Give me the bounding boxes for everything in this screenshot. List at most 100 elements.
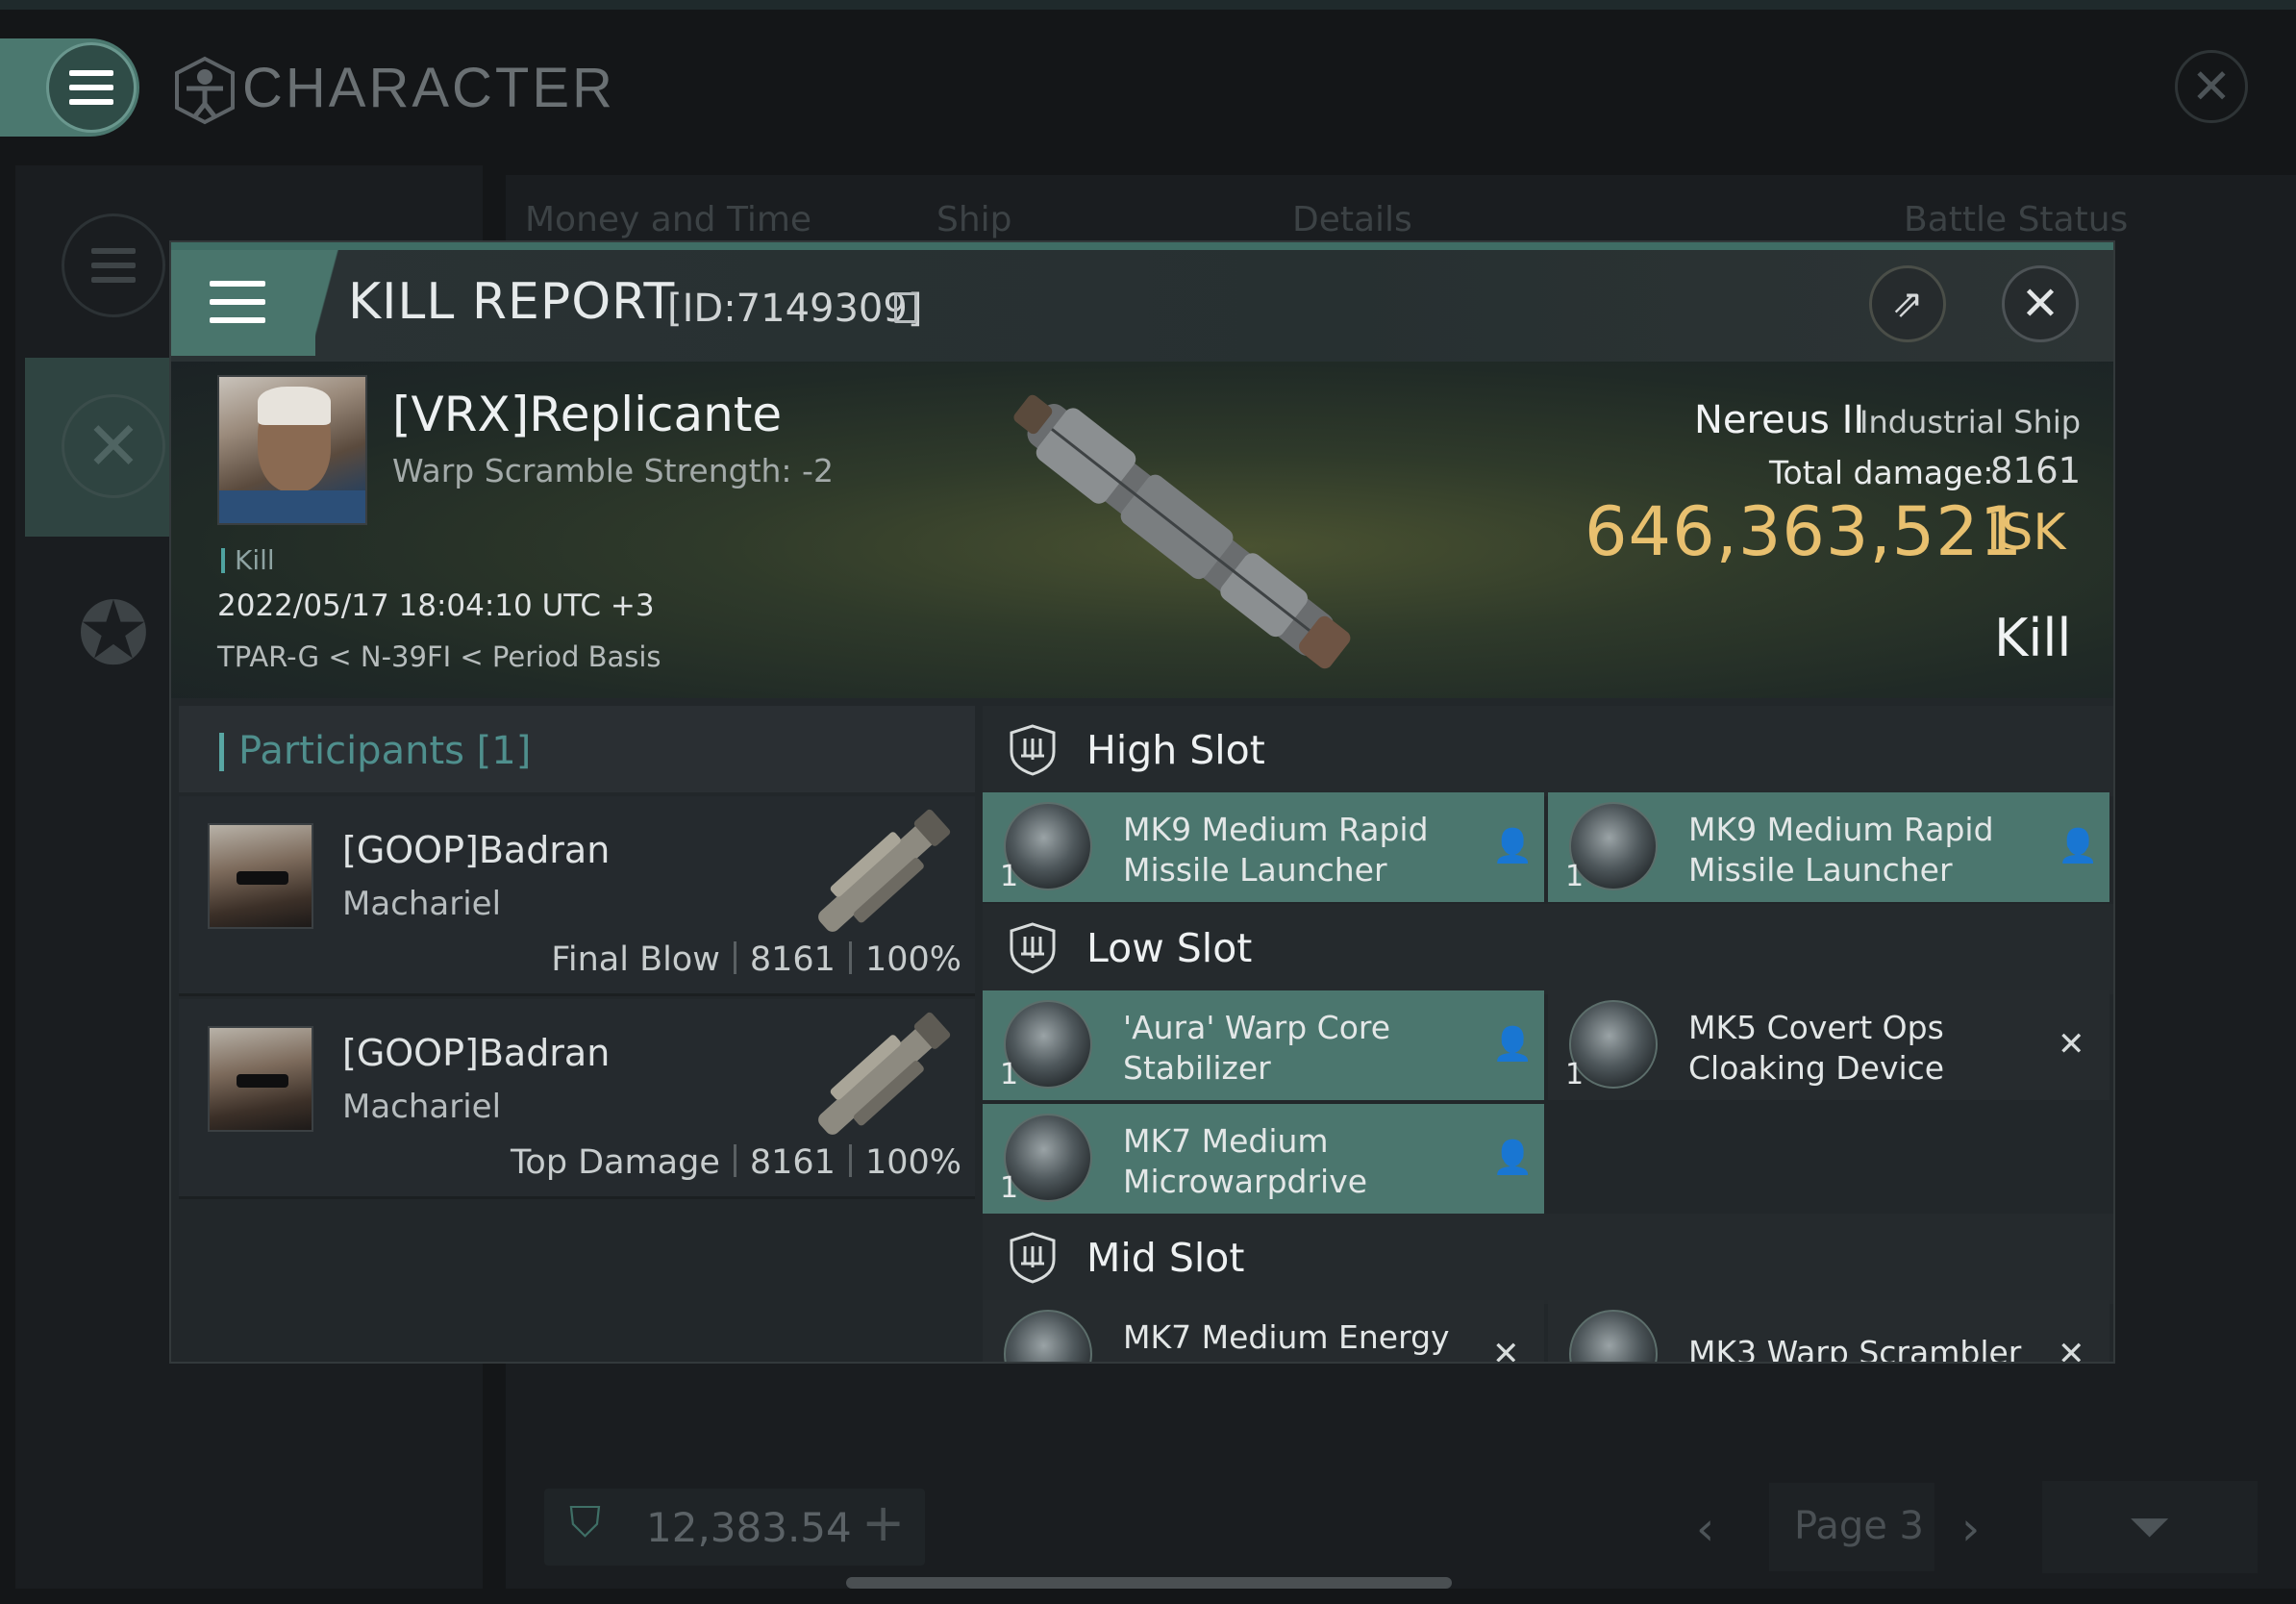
- module-name: MK3 Warp Scrambler: [1688, 1334, 2022, 1364]
- character-icon: [175, 56, 235, 125]
- participant-damage: 8161: [749, 1143, 836, 1182]
- mid-slot-header: Mid Slot: [983, 1214, 2113, 1304]
- high-slot-header: High Slot: [983, 706, 2113, 796]
- victim-name[interactable]: [VRX]Replicante: [392, 387, 782, 442]
- participant-ship-image[interactable]: [794, 802, 967, 946]
- wallet-balance: 12,383.54: [646, 1504, 852, 1551]
- participant-row[interactable]: [GOOP]Badran Machariel Final Blow 8161 100…: [179, 796, 977, 996]
- pilot-icon: 👤: [1492, 1139, 1534, 1177]
- menu-icon: [69, 70, 113, 105]
- module-item[interactable]: 1 MK9 Medium Rapid Missile Launcher 👤: [1548, 792, 2109, 902]
- module-quantity: 1: [1000, 1171, 1019, 1205]
- energy-neutralizer-icon: [1004, 1310, 1092, 1362]
- mid-slot-label: Mid Slot: [1086, 1235, 1245, 1281]
- participants-marker: [219, 733, 224, 771]
- kill-result: Kill: [1994, 608, 2072, 668]
- participant-name[interactable]: [GOOP]Badran: [342, 1032, 610, 1074]
- x-icon: ✕: [1492, 1335, 1520, 1364]
- close-icon: ✕: [2020, 277, 2060, 331]
- pilot-icon: 👤: [1492, 827, 1534, 865]
- participant-row[interactable]: [GOOP]Badran Machariel Top Damage 8161 100…: [179, 999, 977, 1199]
- participant-ship: Machariel: [342, 1088, 502, 1126]
- kill-tag-marker: [221, 548, 225, 573]
- column-details[interactable]: Details: [1292, 200, 1412, 239]
- low-slot-header: Low Slot: [983, 904, 2113, 994]
- crossed-swords-icon: ✕: [85, 407, 142, 486]
- filter-button[interactable]: ⏷: [2042, 1481, 2258, 1573]
- column-ship[interactable]: Ship: [936, 200, 1012, 239]
- scrollbar[interactable]: [846, 1577, 1452, 1589]
- kill-tag: Kill: [235, 544, 275, 576]
- module-item[interactable]: 1 MK7 Medium Microwarpdrive 👤: [983, 1104, 1544, 1214]
- victim-ship-image[interactable]: [960, 371, 1402, 689]
- high-slot-label: High Slot: [1086, 727, 1265, 773]
- modal-menu-slant: [294, 250, 352, 356]
- filter-icon: ⏷: [2129, 1496, 2171, 1557]
- app-close-button[interactable]: ✕: [2175, 50, 2248, 123]
- top-bar: [0, 0, 2296, 10]
- participant-ship-image[interactable]: [794, 1005, 967, 1149]
- participants-label: Participants [1]: [238, 729, 532, 773]
- copy-icon[interactable]: [894, 292, 917, 323]
- rail-medals-button[interactable]: ✪: [60, 577, 167, 690]
- participants-panel: Participants [1] [GOOP]Badran Machariel …: [171, 698, 977, 1362]
- module-item[interactable]: 1 'Aura' Warp Core Stabilizer 👤: [983, 990, 1544, 1100]
- wallet-icon: ⛉: [569, 1498, 601, 1547]
- participant-damage: 8161: [749, 940, 836, 979]
- participant-stats: Top Damage 8161 100%: [511, 1143, 961, 1182]
- victim-ship-name[interactable]: Nereus II: [1694, 398, 1864, 442]
- participant-role: Final Blow: [551, 940, 720, 979]
- participants-header: Participants [1]: [179, 706, 977, 792]
- main-menu-button[interactable]: [46, 42, 137, 133]
- isk-unit: ISK: [1986, 504, 2066, 562]
- close-button[interactable]: ✕: [2002, 265, 2079, 342]
- module-quantity: 1: [1565, 860, 1585, 893]
- participant-role: Top Damage: [510, 1143, 720, 1182]
- participant-portrait[interactable]: [208, 1026, 313, 1132]
- module-quantity: 1: [1000, 860, 1019, 893]
- victim-portrait[interactable]: [217, 375, 367, 525]
- rail-menu-button[interactable]: [62, 213, 165, 317]
- isk-value: 646,363,521: [1585, 492, 2024, 571]
- participant-name[interactable]: [GOOP]Badran: [342, 829, 610, 871]
- participant-stats: Final Blow 8161 100%: [551, 940, 961, 979]
- pilot-icon: 👤: [1492, 1025, 1534, 1064]
- star-badge-icon: ✪: [77, 583, 150, 685]
- module-name: 'Aura' Warp Core Stabilizer: [1123, 1009, 1391, 1087]
- module-item[interactable]: MK3 Warp Scrambler ✕: [1548, 1300, 2109, 1364]
- warp-scramble-strength: Warp Scramble Strength: -2: [392, 452, 834, 489]
- total-damage-value: 8161: [1990, 450, 2082, 491]
- report-id: [ID:7149309]: [667, 287, 923, 331]
- column-battle-status[interactable]: Battle Status: [1904, 200, 2128, 239]
- list-icon: [91, 248, 136, 283]
- participant-ship: Machariel: [342, 885, 502, 923]
- warp-scrambler-icon: [1569, 1310, 1658, 1362]
- report-title: KILL REPORT: [348, 273, 676, 331]
- kill-report-modal: KILL REPORT [ID:7149309] ⇗ ✕ [VRX]Replic…: [169, 240, 2115, 1364]
- share-button[interactable]: ⇗: [1869, 265, 1946, 342]
- menu-icon: [210, 281, 265, 323]
- app-title: CHARACTER: [242, 57, 615, 119]
- module-item[interactable]: MK7 Medium Energy ✕: [983, 1300, 1544, 1364]
- module-item[interactable]: 1 MK5 Covert Ops Cloaking Device ✕: [1548, 990, 2109, 1100]
- low-slot-label: Low Slot: [1086, 925, 1253, 971]
- participant-portrait[interactable]: [208, 823, 313, 929]
- shield-slot-icon: [1010, 1232, 1056, 1284]
- close-icon: ✕: [2191, 59, 2232, 114]
- next-page-button[interactable]: ›: [1961, 1502, 1980, 1556]
- add-funds-button[interactable]: +: [861, 1492, 905, 1553]
- module-name: MK9 Medium Rapid Missile Launcher: [1123, 811, 1429, 889]
- module-name: MK9 Medium Rapid Missile Launcher: [1688, 811, 1994, 889]
- kill-location[interactable]: TPAR-G < N-39FI < Period Basis: [217, 640, 661, 673]
- module-quantity: 1: [1565, 1058, 1585, 1091]
- module-name: MK5 Covert Ops Cloaking Device: [1688, 1009, 1945, 1087]
- column-money-time[interactable]: Money and Time: [525, 200, 811, 239]
- participant-percent: 100%: [864, 940, 961, 979]
- x-icon: ✕: [2058, 1025, 2085, 1064]
- module-item[interactable]: 1 MK9 Medium Rapid Missile Launcher 👤: [983, 792, 1544, 902]
- shield-slot-icon: [1010, 922, 1056, 974]
- prev-page-button[interactable]: ‹: [1696, 1502, 1714, 1556]
- victim-ship-class: Industrial Ship: [1859, 404, 2082, 440]
- total-damage-label: Total damage:: [1769, 454, 1994, 491]
- rail-combat-button[interactable]: ✕: [62, 394, 165, 498]
